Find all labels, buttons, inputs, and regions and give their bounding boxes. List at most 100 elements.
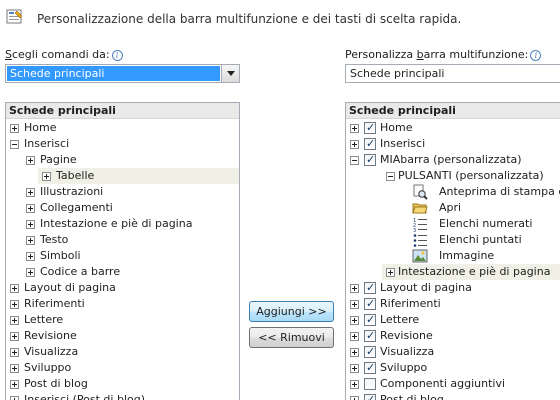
expand-icon[interactable] <box>350 364 359 373</box>
tab-checkbox[interactable] <box>364 328 376 344</box>
tree-item-label: Apri <box>439 201 462 214</box>
command-item[interactable]: 1 2 3 Elenchi numerati <box>346 216 560 234</box>
tree-item[interactable]: Componenti aggiuntivi <box>346 376 560 392</box>
tree-item[interactable]: Collegamenti <box>6 200 239 216</box>
expand-icon[interactable] <box>350 284 359 293</box>
expand-icon[interactable] <box>10 332 19 341</box>
expand-icon[interactable] <box>10 284 19 293</box>
command-item[interactable]: Apri <box>346 200 560 216</box>
choose-commands-combo[interactable]: Schede principali <box>5 64 240 83</box>
tree-item[interactable]: Inserisci <box>6 136 239 152</box>
expand-icon[interactable] <box>350 140 359 149</box>
tree-item-label: Componenti aggiuntivi <box>380 377 506 390</box>
tab-checkbox[interactable] <box>364 136 376 152</box>
tree-item[interactable]: Layout di pagina <box>346 280 560 296</box>
expand-icon[interactable] <box>26 188 35 197</box>
picture-icon <box>412 248 428 264</box>
expand-icon[interactable] <box>350 348 359 357</box>
tree-item[interactable]: Inserisci (Post di blog) <box>6 392 239 400</box>
command-item[interactable]: Immagine <box>346 248 560 264</box>
expand-icon[interactable] <box>26 236 35 245</box>
expand-icon[interactable] <box>26 220 35 229</box>
expand-icon[interactable] <box>10 396 19 400</box>
numbered-list-icon: 123 <box>412 216 428 234</box>
expand-icon[interactable] <box>350 300 359 309</box>
tree-item-label: Inserisci <box>24 137 70 150</box>
tree-item[interactable]: Lettere <box>6 312 239 328</box>
command-item[interactable]: Anteprima di stampa e s <box>346 184 560 200</box>
expand-icon[interactable] <box>26 156 35 165</box>
tab-checkbox[interactable] <box>364 378 376 390</box>
tree-item[interactable]: PULSANTI (personalizzata) <box>346 168 560 184</box>
expand-icon[interactable] <box>350 332 359 341</box>
customize-ribbon-combo[interactable]: Schede principali <box>345 64 560 83</box>
tree-item[interactable]: MIAbarra (personalizzata) <box>346 152 560 168</box>
tree-item[interactable]: Revisione <box>6 328 239 344</box>
tab-checkbox[interactable] <box>364 152 376 168</box>
collapse-icon[interactable] <box>10 140 19 149</box>
tab-checkbox[interactable] <box>364 360 376 376</box>
expand-icon[interactable] <box>26 252 35 261</box>
expand-icon[interactable] <box>350 124 359 133</box>
tree-item[interactable]: Testo <box>6 232 239 248</box>
collapse-icon[interactable] <box>350 156 359 165</box>
command-item[interactable]: Elenchi puntati <box>346 232 560 248</box>
expand-icon[interactable] <box>10 316 19 325</box>
available-commands-tree[interactable]: Schede principali Home Inserisci Pagine Tab… <box>5 102 240 400</box>
tab-checkbox[interactable] <box>364 296 376 312</box>
choose-commands-label-text: cegli comandi da: <box>11 48 110 61</box>
expand-icon[interactable] <box>350 316 359 325</box>
tree-item-label: Elenchi numerati <box>439 217 533 230</box>
remove-button[interactable]: << Rimuovi <box>249 327 334 348</box>
tree-item[interactable]: Sviluppo <box>346 360 560 376</box>
tree-item[interactable]: Post di blog <box>6 376 239 392</box>
tree-item[interactable]: Riferimenti <box>6 296 239 312</box>
tree-item[interactable]: Sviluppo <box>6 360 239 376</box>
tree-item[interactable]: Tabelle <box>38 168 239 184</box>
tree-item[interactable]: Home <box>346 120 560 136</box>
chevron-down-icon[interactable] <box>221 65 239 82</box>
expand-icon[interactable] <box>10 380 19 389</box>
tree-item[interactable]: Intestazione e piè di pagina <box>382 264 560 280</box>
tree-item[interactable]: Home <box>6 120 239 136</box>
collapse-icon[interactable] <box>386 172 395 181</box>
info-icon[interactable]: i <box>530 50 542 61</box>
tree-item-label: Lettere <box>24 313 64 326</box>
add-button[interactable]: Aggiungi >> <box>249 301 334 322</box>
expand-icon[interactable] <box>350 380 359 389</box>
ribbon-tabs-tree[interactable]: Schede principali Home Inserisci MIAbarra … <box>345 102 560 400</box>
tree-item[interactable]: Illustrazioni <box>6 184 239 200</box>
tab-checkbox[interactable] <box>364 120 376 136</box>
tree-item-label: Elenchi puntati <box>439 233 522 246</box>
page-title: Personalizzazione della barra multifunzi… <box>37 12 462 26</box>
tree-item[interactable]: Pagine <box>6 152 239 168</box>
list-header: Schede principali <box>6 103 239 119</box>
expand-icon[interactable] <box>386 268 395 277</box>
info-icon[interactable]: i <box>111 50 123 61</box>
tree-item[interactable]: Revisione <box>346 328 560 344</box>
tree-item[interactable]: Inserisci <box>346 136 560 152</box>
tab-checkbox[interactable] <box>364 312 376 328</box>
expand-icon[interactable] <box>10 124 19 133</box>
tree-item[interactable]: Layout di pagina <box>6 280 239 296</box>
tree-item[interactable]: Lettere <box>346 312 560 328</box>
expand-icon[interactable] <box>10 364 19 373</box>
tree-item[interactable]: Simboli <box>6 248 239 264</box>
tree-item[interactable]: Visualizza <box>6 344 239 360</box>
expand-icon[interactable] <box>26 204 35 213</box>
tree-item[interactable]: Post di blog <box>346 392 560 400</box>
expand-icon[interactable] <box>42 172 51 181</box>
tree-item-label: Pagine <box>40 153 77 166</box>
tab-checkbox[interactable] <box>364 344 376 360</box>
choose-commands-accesskey: S <box>5 48 12 61</box>
tab-checkbox[interactable] <box>364 392 376 400</box>
tree-item[interactable]: Codice a barre <box>6 264 239 280</box>
expand-icon[interactable] <box>350 396 359 400</box>
expand-icon[interactable] <box>10 348 19 357</box>
tree-item[interactable]: Intestazione e piè di pagina <box>6 216 239 232</box>
tree-item[interactable]: Visualizza <box>346 344 560 360</box>
tab-checkbox[interactable] <box>364 280 376 296</box>
expand-icon[interactable] <box>10 300 19 309</box>
expand-icon[interactable] <box>26 268 35 277</box>
tree-item[interactable]: Riferimenti <box>346 296 560 312</box>
